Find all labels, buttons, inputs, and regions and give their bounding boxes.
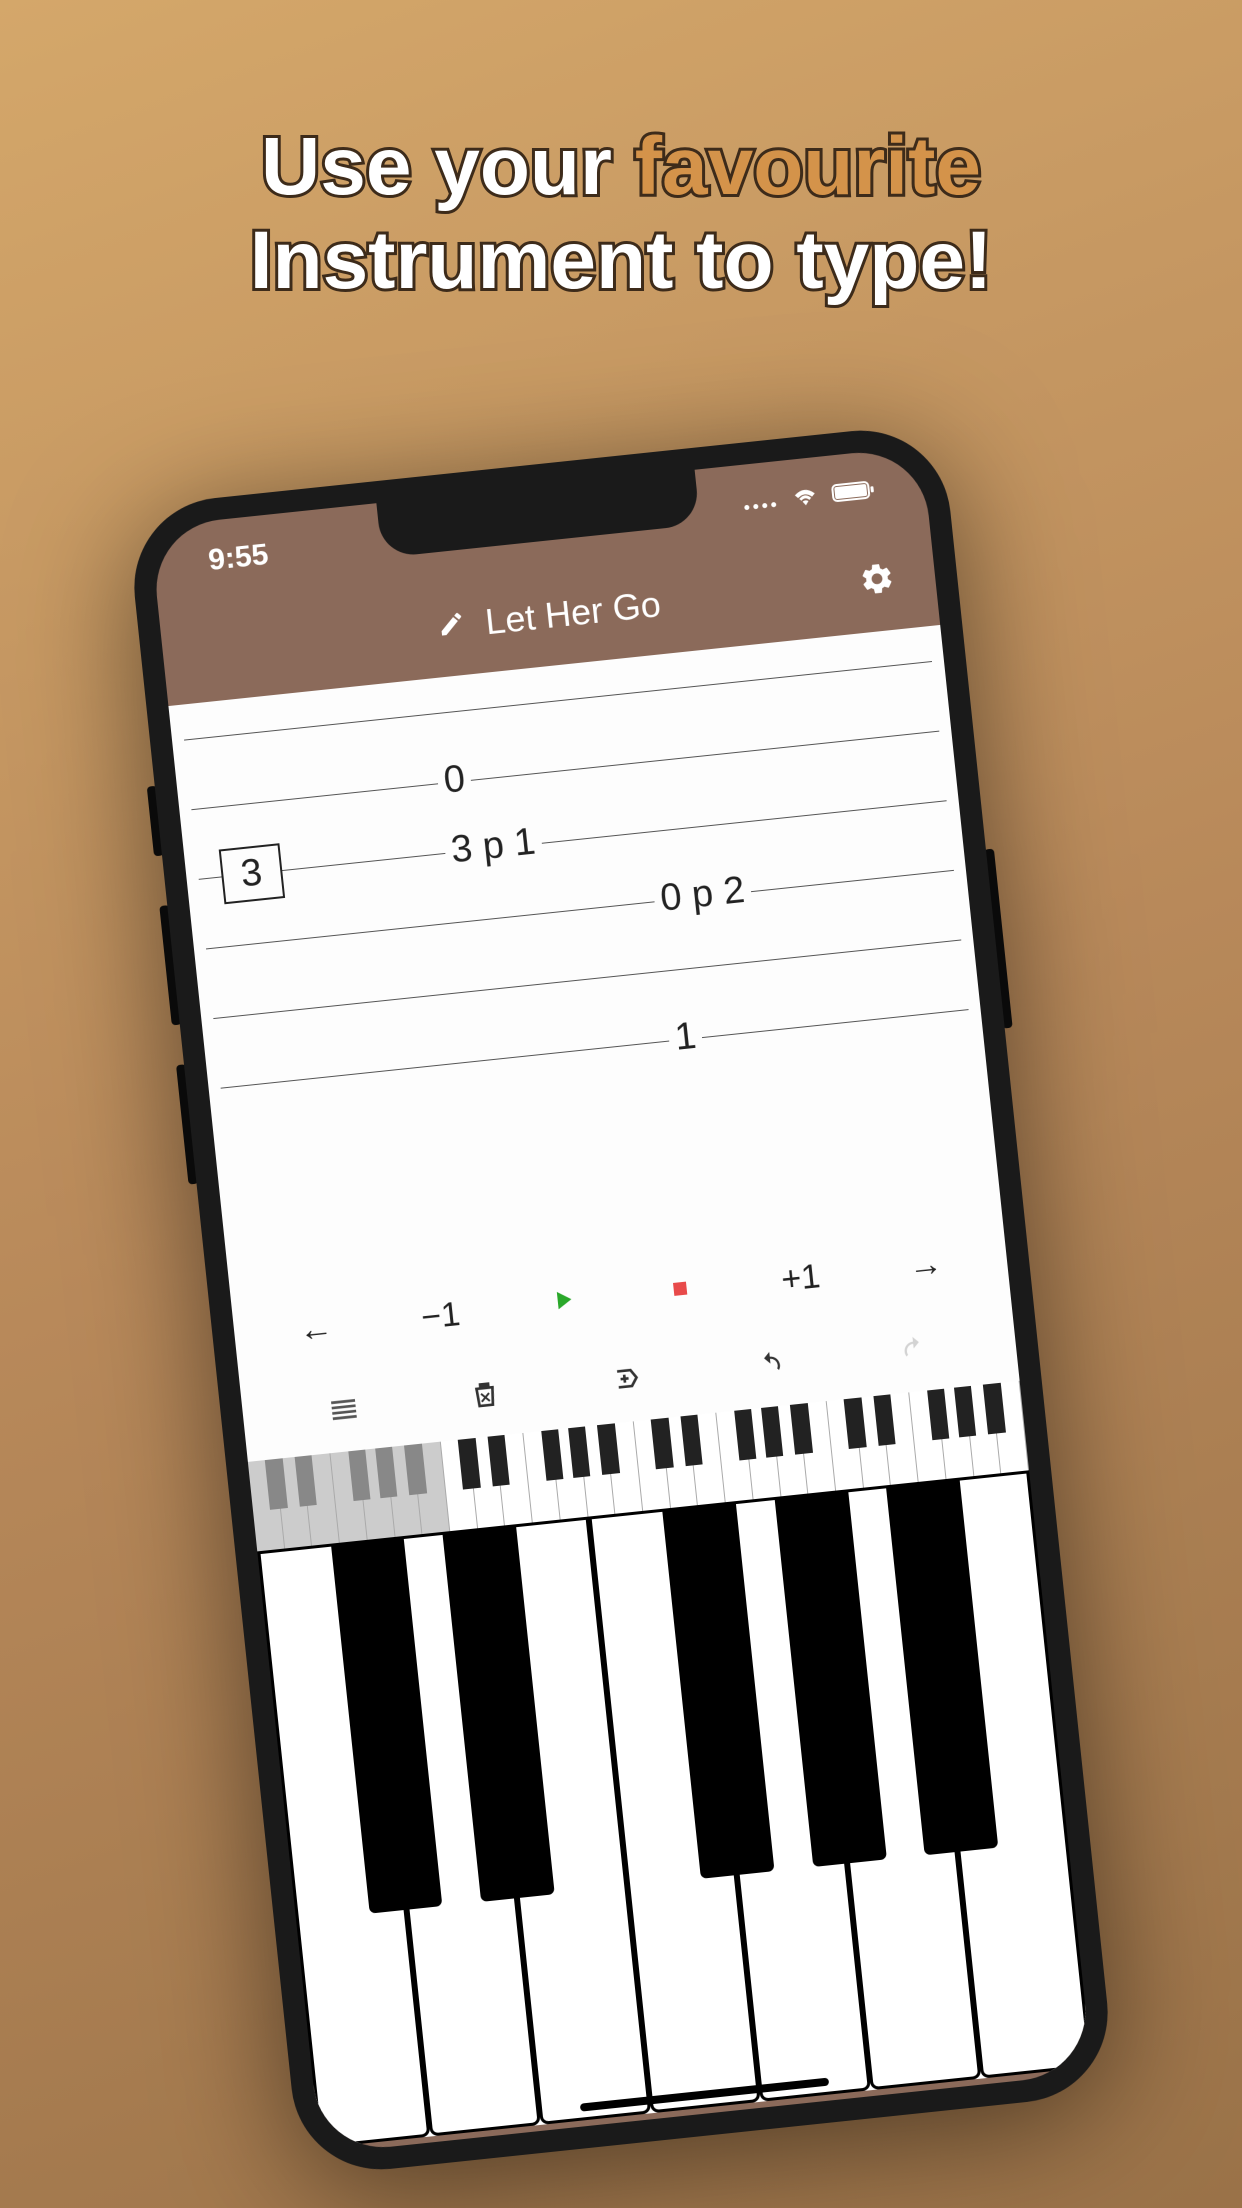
tab-note[interactable]: 3 p 1 xyxy=(443,820,543,873)
redo-icon[interactable] xyxy=(895,1333,932,1369)
status-time: 9:55 xyxy=(207,538,270,578)
gear-icon[interactable] xyxy=(857,559,897,604)
headline-part1: Use your xyxy=(261,121,635,212)
tab-note[interactable]: 0 p 2 xyxy=(652,868,752,921)
next-arrow-button[interactable]: → xyxy=(907,1244,945,1286)
phone-mockup: 9:55 xyxy=(125,422,1116,2179)
wifi-icon xyxy=(789,480,822,517)
headline-line2: Instrument to type! xyxy=(250,215,993,306)
insert-tag-icon[interactable] xyxy=(609,1362,647,1402)
signal-dots-icon xyxy=(741,484,780,522)
stop-icon[interactable] xyxy=(665,1271,695,1311)
headline-highlight: favourite xyxy=(635,121,981,212)
menu-lines-icon[interactable] xyxy=(326,1391,362,1431)
minus-one-button[interactable]: −1 xyxy=(419,1295,462,1338)
plus-one-button[interactable]: +1 xyxy=(779,1257,822,1300)
tab-note-selected[interactable]: 3 xyxy=(218,843,285,904)
tablature-area[interactable]: 0 3 3 p 1 0 p 2 1 xyxy=(168,625,1001,1293)
edit-icon[interactable] xyxy=(435,604,467,649)
play-icon[interactable] xyxy=(546,1281,580,1326)
tab-note[interactable]: 0 xyxy=(436,757,473,803)
battery-icon xyxy=(830,474,877,512)
piano-keyboard[interactable] xyxy=(257,1470,1091,2148)
undo-icon[interactable] xyxy=(752,1349,789,1385)
prev-arrow-button[interactable]: ← xyxy=(297,1308,335,1350)
marketing-headline: Use your favourite Instrument to type! xyxy=(0,120,1242,309)
delete-icon[interactable] xyxy=(468,1377,504,1417)
song-title[interactable]: Let Her Go xyxy=(483,583,663,643)
tab-note[interactable]: 1 xyxy=(667,1014,704,1060)
